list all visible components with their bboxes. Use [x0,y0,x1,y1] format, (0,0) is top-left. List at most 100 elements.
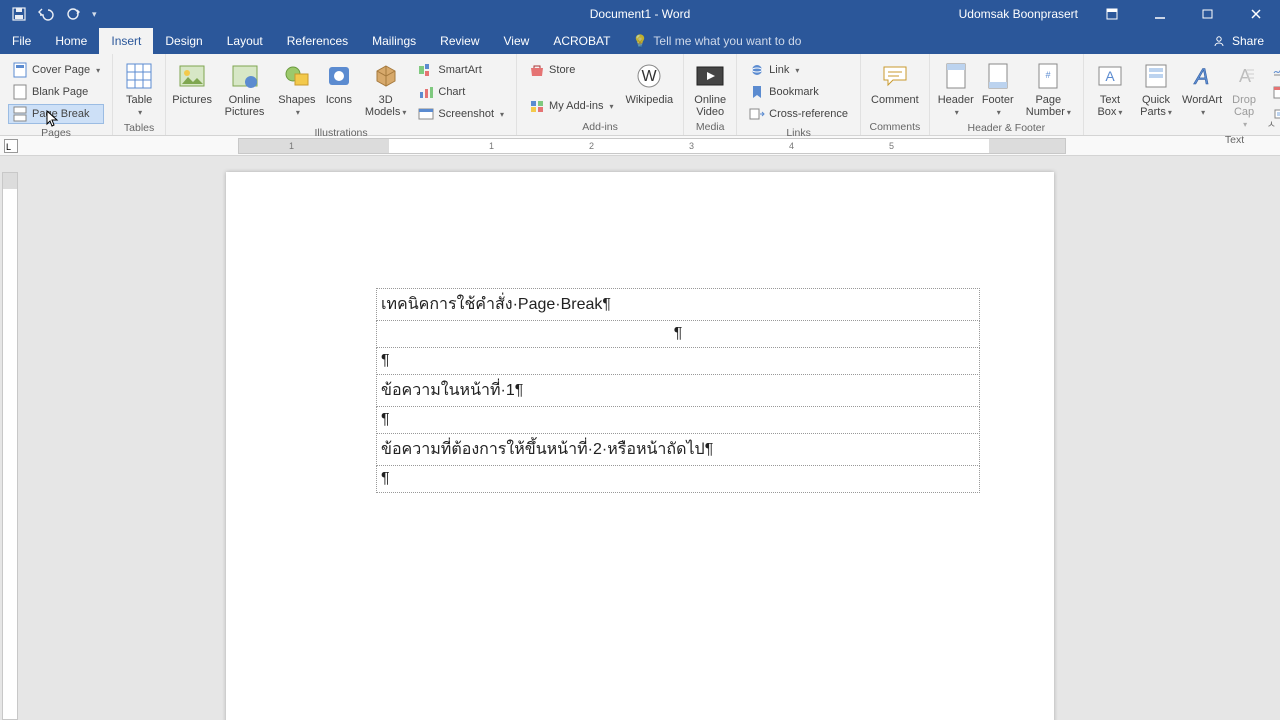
quick-parts-button[interactable]: Quick Parts▾ [1132,58,1180,121]
chart-button[interactable]: Chart [414,82,508,102]
group-illustrations: Pictures Online Pictures Shapes▾ Icons 3… [166,54,517,135]
cube-icon [370,60,402,92]
tab-home[interactable]: Home [43,28,99,54]
cover-page-icon [12,62,28,78]
drop-cap-button[interactable]: ADrop Cap▾ [1224,58,1264,133]
quickparts-icon [1140,60,1172,92]
vertical-ruler[interactable] [2,172,18,720]
group-header-footer: Header▾ Footer▾ #Page Number▾ Header & F… [930,54,1084,135]
tell-me-search[interactable]: 💡 Tell me what you want to do [622,28,811,54]
comment-button[interactable]: Comment [867,58,923,108]
group-comments-label: Comments [867,120,923,133]
qat-more-icon[interactable]: ▾ [92,9,97,20]
group-tables: Table▾ Tables [113,54,166,135]
smartart-icon [418,62,434,78]
text-line[interactable]: ข้อความที่ต้องการให้ขึ้นหน้าที่·2·หรือหน… [376,433,980,466]
cover-page-button[interactable]: Cover Page▾ [8,60,104,80]
share-icon [1212,34,1226,48]
ribbon-display-icon[interactable] [1092,0,1132,28]
horizontal-ruler[interactable]: 1 1 2 3 4 5 [238,138,1066,154]
screenshot-button[interactable]: Screenshot▾ [414,104,508,124]
text-line[interactable]: ¶ [376,347,980,375]
online-pictures-icon [229,60,261,92]
shapes-button[interactable]: Shapes▾ [277,58,317,121]
tab-view[interactable]: View [492,28,542,54]
minimize-icon[interactable] [1140,0,1180,28]
maximize-icon[interactable] [1188,0,1228,28]
icons-button[interactable]: Icons [319,58,359,108]
ruler-bar: L 1 1 2 3 4 5 [0,136,1280,156]
save-icon[interactable] [12,7,26,21]
document-canvas: เทคนิคการใช้คำสั่ง·Page·Break¶ ¶ ¶ ข้อคว… [0,156,1280,720]
tab-selector[interactable]: L [4,139,18,153]
window-title: Document1 - Word [590,7,690,21]
redo-icon[interactable] [66,7,80,21]
comment-icon [879,60,911,92]
group-comments: Comment Comments [861,54,930,135]
text-line[interactable]: เทคนิคการใช้คำสั่ง·Page·Break¶ [376,288,980,321]
tab-insert[interactable]: Insert [99,28,153,54]
link-icon [749,62,765,78]
text-box-button[interactable]: AText Box▾ [1090,58,1130,121]
textbox-icon: A [1094,60,1126,92]
page-break-button[interactable]: Page Break [8,104,104,124]
page-break-icon [12,106,28,122]
text-line[interactable]: ¶ [376,320,980,348]
group-hf-label: Header & Footer [936,121,1077,134]
close-icon[interactable] [1236,0,1276,28]
header-button[interactable]: Header▾ [936,58,976,121]
icons-icon [323,60,355,92]
3d-models-button[interactable]: 3D Models▾ [361,58,410,121]
text-line[interactable]: ¶ [376,465,980,493]
table-icon [123,60,155,92]
online-video-button[interactable]: Online Video [690,58,730,120]
collapse-ribbon-icon[interactable]: ㅅ [1267,116,1276,131]
group-addins: Store My Add-ins▾ W Wikipedia Add-ins [517,54,684,135]
wordart-button[interactable]: AWordArt▾ [1182,58,1222,121]
ribbon: Cover Page▾ Blank Page Page Break Pages … [0,54,1280,136]
tab-references[interactable]: References [275,28,360,54]
cross-reference-button[interactable]: Cross-reference [745,104,852,124]
my-addins-button[interactable]: My Add-ins▾ [525,96,617,116]
ribbon-tabs: File Home Insert Design Layout Reference… [0,28,1280,54]
bookmark-icon [749,84,765,100]
footer-button[interactable]: Footer▾ [978,58,1018,121]
online-pictures-button[interactable]: Online Pictures [214,58,275,120]
group-text: AText Box▾ Quick Parts▾ AWordArt▾ ADrop … [1084,54,1280,135]
blank-page-button[interactable]: Blank Page [8,82,104,102]
group-links: Link▾ Bookmark Cross-reference Links [737,54,861,135]
date-time-button[interactable]: Date & Time [1268,82,1280,102]
svg-text:W: W [642,68,658,85]
group-tables-label: Tables [119,121,159,134]
document-body[interactable]: เทคนิคการใช้คำสั่ง·Page·Break¶ ¶ ¶ ข้อคว… [376,288,980,492]
text-line[interactable]: ¶ [376,406,980,434]
datetime-icon [1272,84,1280,100]
wikipedia-button[interactable]: W Wikipedia [621,58,677,108]
tab-design[interactable]: Design [153,28,214,54]
tab-review[interactable]: Review [428,28,491,54]
page[interactable]: เทคนิคการใช้คำสั่ง·Page·Break¶ ¶ ¶ ข้อคว… [226,172,1054,720]
share-button[interactable]: Share [1212,28,1280,54]
pictures-button[interactable]: Pictures [172,58,212,108]
tab-file[interactable]: File [0,28,43,54]
user-name[interactable]: Udomsak Boonprasert [959,7,1078,21]
shapes-icon [281,60,313,92]
tab-acrobat[interactable]: ACROBAT [541,28,622,54]
page-number-button[interactable]: #Page Number▾ [1020,58,1077,121]
lightbulb-icon: 💡 [632,34,647,48]
link-button[interactable]: Link▾ [745,60,852,80]
svg-text:A: A [1105,68,1115,84]
store-button[interactable]: Store [525,60,617,80]
header-icon [940,60,972,92]
text-line[interactable]: ข้อความในหน้าที่·1¶ [376,374,980,407]
table-button[interactable]: Table▾ [119,58,159,121]
undo-icon[interactable] [38,7,54,21]
tab-layout[interactable]: Layout [215,28,275,54]
tab-mailings[interactable]: Mailings [360,28,428,54]
bookmark-button[interactable]: Bookmark [745,82,852,102]
svg-text:#: # [1046,70,1051,80]
blank-page-icon [12,84,28,100]
smartart-button[interactable]: SmartArt [414,60,508,80]
wordart-icon: A [1186,60,1218,92]
signature-line-button[interactable]: Signature Line▾ [1268,60,1280,80]
